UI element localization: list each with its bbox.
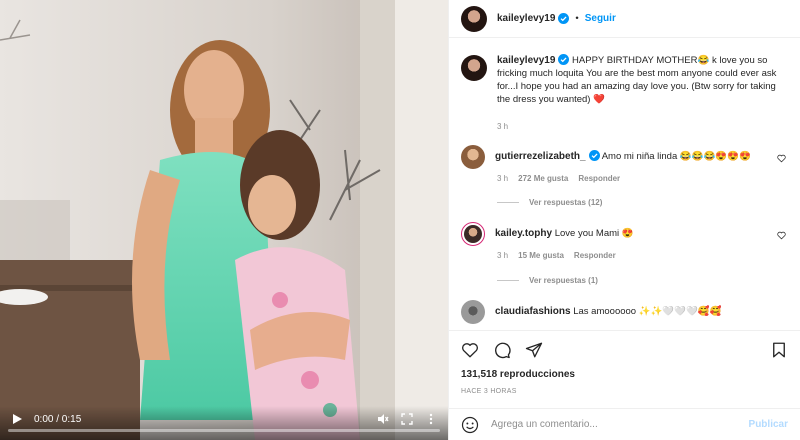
- view-replies-label: Ver respuestas (1): [529, 276, 598, 285]
- comment-text: Love you Mami 😍: [554, 228, 634, 239]
- video-player[interactable]: 0:00 / 0:15: [0, 0, 448, 440]
- comment-text: Las amoooooo ✨✨🤍🤍🤍🥰🥰: [573, 306, 722, 317]
- divider: [497, 202, 519, 203]
- comment-likes[interactable]: 272 Me gusta: [518, 174, 568, 183]
- verified-badge-icon: [558, 54, 570, 65]
- view-replies-button[interactable]: Ver respuestas (1): [497, 276, 598, 285]
- caption-time: 3 h: [497, 122, 509, 131]
- post-actions: [461, 340, 788, 360]
- comment-item: gutierrezelizabeth_ Amo mi niña linda 😂😂…: [461, 145, 792, 169]
- comment-meta: 3 h 15 Me gusta Responder: [497, 251, 616, 260]
- post-date: HACE 3 HORAS: [461, 388, 517, 395]
- emoji-icon[interactable]: [461, 416, 479, 434]
- video-progress-bar[interactable]: [8, 429, 440, 432]
- avatar[interactable]: [461, 300, 485, 324]
- verified-badge-icon: [588, 150, 600, 161]
- instagram-post-modal: 0:00 / 0:15 kaileylevy19 • Seguir kailey…: [0, 0, 800, 440]
- view-count[interactable]: 131,518 reproducciones: [461, 369, 575, 380]
- comment-body: claudiafashions Las amoooooo ✨✨🤍🤍🤍🥰🥰: [495, 300, 722, 324]
- reply-button[interactable]: Responder: [574, 251, 616, 260]
- comment-like-heart-icon[interactable]: [777, 231, 786, 240]
- video-controls: 0:00 / 0:15: [0, 406, 448, 440]
- post-side-panel: kaileylevy19 • Seguir kaileylevy19 HAPPY…: [448, 0, 800, 440]
- divider: [449, 330, 800, 331]
- caption-username[interactable]: kaileylevy19: [497, 55, 555, 66]
- view-replies-button[interactable]: Ver respuestas (12): [497, 198, 602, 207]
- follow-button[interactable]: Seguir: [585, 13, 616, 24]
- video-time: 0:00 / 0:15: [34, 413, 82, 425]
- header-username[interactable]: kaileylevy19: [497, 13, 555, 24]
- avatar[interactable]: [461, 5, 487, 32]
- comment-likes[interactable]: 15 Me gusta: [518, 251, 564, 260]
- more-icon[interactable]: [424, 412, 438, 426]
- view-replies-label: Ver respuestas (12): [529, 198, 603, 207]
- comment-input[interactable]: [491, 419, 737, 430]
- avatar[interactable]: [461, 145, 485, 169]
- reply-button[interactable]: Responder: [578, 174, 620, 183]
- avatar[interactable]: [461, 222, 485, 246]
- divider: [497, 280, 519, 281]
- comment-username[interactable]: kailey.tophy: [495, 228, 552, 239]
- share-icon[interactable]: [525, 341, 543, 359]
- publish-button[interactable]: Publicar: [749, 419, 788, 430]
- mute-icon[interactable]: [376, 412, 390, 426]
- comment-username[interactable]: claudiafashions: [495, 306, 571, 317]
- avatar[interactable]: [461, 55, 487, 81]
- heart-icon[interactable]: [461, 341, 479, 359]
- verified-badge-icon: [558, 13, 570, 24]
- comment-time: 3 h: [497, 251, 509, 260]
- bookmark-icon[interactable]: [770, 341, 788, 359]
- comment-item: kailey.tophy Love you Mami 😍: [461, 222, 792, 246]
- comment-like-heart-icon[interactable]: [777, 154, 786, 163]
- comment-composer: Publicar: [449, 408, 800, 440]
- comment-icon[interactable]: [493, 341, 511, 359]
- video-frame: [0, 0, 448, 440]
- play-icon[interactable]: [10, 412, 24, 426]
- comment-time: 3 h: [497, 174, 509, 183]
- comment-body: kailey.tophy Love you Mami 😍: [495, 222, 634, 246]
- comment-item: claudiafashions Las amoooooo ✨✨🤍🤍🤍🥰🥰: [461, 300, 792, 324]
- comment-text: Amo mi niña linda 😂😂😂😍😍😍: [601, 151, 751, 162]
- comment-body: gutierrezelizabeth_ Amo mi niña linda 😂😂…: [495, 145, 751, 169]
- post-header: kaileylevy19 • Seguir: [449, 0, 800, 38]
- fullscreen-icon[interactable]: [400, 412, 414, 426]
- comment-username[interactable]: gutierrezelizabeth_: [495, 151, 586, 162]
- caption-body: kaileylevy19 HAPPY BIRTHDAY MOTHER😂 k lo…: [497, 54, 786, 106]
- header-separator: •: [575, 13, 579, 24]
- comment-meta: 3 h 272 Me gusta Responder: [497, 174, 620, 183]
- post-caption: kaileylevy19 HAPPY BIRTHDAY MOTHER😂 k lo…: [461, 54, 786, 106]
